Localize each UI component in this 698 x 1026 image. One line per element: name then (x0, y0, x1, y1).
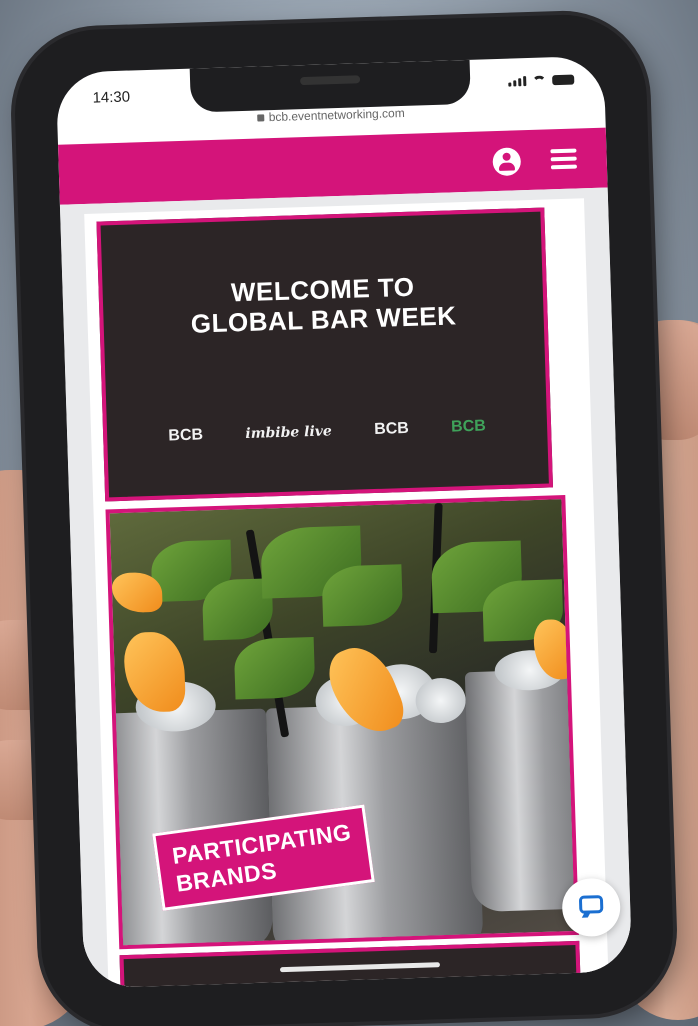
content-column: WELCOME TO GLOBAL BAR WEEK BCB imbibe li… (84, 198, 609, 989)
photo-scene: 14:30 bcb.eventnetworking.com WELCOME TO… (0, 0, 698, 1026)
bcb-logo-text: BCB (168, 426, 204, 445)
wifi-icon (532, 75, 546, 85)
mint-leaf (321, 564, 404, 627)
phone-notch (189, 59, 471, 113)
mint-leaf (233, 637, 316, 700)
page-content: WELCOME TO GLOBAL BAR WEEK BCB imbibe li… (59, 187, 633, 989)
welcome-card[interactable]: WELCOME TO GLOBAL BAR WEEK BCB imbibe li… (96, 207, 554, 502)
orange-slice (123, 631, 186, 713)
bcb-brooklyn-logo: BCB (374, 420, 409, 439)
smartphone: 14:30 bcb.eventnetworking.com WELCOME TO… (12, 12, 676, 1026)
bcb-logo: BCB (168, 426, 203, 445)
battery-icon (552, 74, 575, 86)
speaker (300, 75, 361, 86)
bcb-sao-paulo-logo: BCB (451, 418, 486, 437)
cocktail-cup (464, 667, 580, 913)
imbibe-logo-text: imbibe live (245, 423, 333, 443)
lock-icon (257, 114, 265, 122)
phone-screen: 14:30 bcb.eventnetworking.com WELCOME TO… (55, 55, 633, 989)
hero-title: WELCOME TO GLOBAL BAR WEEK (102, 268, 544, 342)
menu-icon[interactable] (550, 148, 578, 170)
status-icons (508, 74, 575, 87)
imbibe-live-logo: imbibe live (245, 423, 333, 443)
bcb-logo-text-3: BCB (450, 417, 487, 436)
user-icon[interactable] (492, 147, 522, 177)
status-time: 14:30 (92, 88, 131, 107)
partner-logos: BCB imbibe live BCB BCB (107, 416, 547, 448)
signal-icon (508, 76, 527, 87)
bcb-logo-text-2: BCB (373, 419, 410, 439)
